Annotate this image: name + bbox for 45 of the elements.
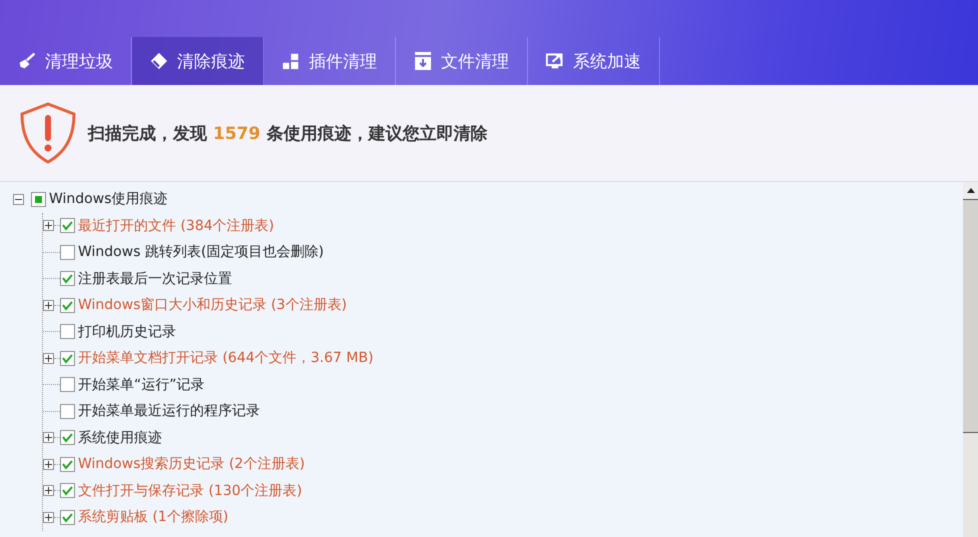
- checkbox[interactable]: [60, 324, 75, 340]
- expand-toggle[interactable]: [43, 512, 54, 523]
- monitor-icon: [546, 51, 564, 71]
- tree-item-label[interactable]: 开始菜单文档打开记录 (644个文件，3.67 MB): [78, 349, 374, 368]
- tab[interactable]: 清除痕迹: [132, 37, 264, 85]
- tree-item-label[interactable]: 最近打开的文件 (384个注册表): [78, 216, 274, 235]
- blocks-icon: [282, 51, 300, 71]
- tree-item-label[interactable]: 打印机历史记录: [78, 322, 176, 341]
- checkbox[interactable]: [60, 377, 75, 392]
- tree-item-label[interactable]: 开始菜单最近运行的程序记录: [78, 402, 260, 420]
- scrollbar[interactable]: [963, 182, 978, 537]
- broom-icon: [18, 51, 36, 71]
- tree-item-label[interactable]: 系统剪贴板 (1个擦除项): [78, 508, 228, 526]
- scroll-thumb[interactable]: [963, 200, 978, 433]
- checkbox[interactable]: [60, 298, 75, 313]
- expand-toggle[interactable]: [43, 352, 54, 364]
- checkbox[interactable]: [60, 430, 75, 446]
- download-box-icon: [414, 51, 432, 71]
- tree-item-label[interactable]: 文件打开与保存记录 (130个注册表): [78, 482, 302, 500]
- scan-message: 扫描完成，发现 1579 条使用痕迹，建议您立即清除: [88, 122, 488, 144]
- checkbox[interactable]: [60, 456, 75, 472]
- checkbox[interactable]: [60, 483, 75, 498]
- collapse-toggle[interactable]: [13, 194, 24, 205]
- checkbox[interactable]: [60, 244, 75, 260]
- expand-toggle[interactable]: [43, 485, 54, 496]
- tree-item-label[interactable]: 注册表最后一次记录位置: [78, 270, 232, 288]
- tree-item-label[interactable]: Windows搜索历史记录 (2个注册表): [78, 455, 305, 474]
- eraser-icon: [150, 51, 168, 71]
- tree-item-label[interactable]: Windows窗口大小和历史记录 (3个注册表): [78, 296, 347, 314]
- scroll-up-icon[interactable]: [966, 188, 974, 193]
- tree-item-label[interactable]: 系统使用痕迹: [78, 428, 162, 447]
- tree-item-label[interactable]: Windows使用痕迹: [49, 190, 168, 208]
- checkbox[interactable]: [60, 271, 75, 286]
- expand-toggle[interactable]: [43, 458, 54, 470]
- checkbox[interactable]: [31, 192, 46, 207]
- expand-toggle[interactable]: [43, 220, 54, 232]
- tree-item-label[interactable]: Windows 跳转列表(固定项目也会删除): [78, 243, 324, 262]
- checkbox[interactable]: [60, 350, 75, 366]
- expand-toggle[interactable]: [43, 432, 54, 444]
- shield-warning-icon: [18, 101, 78, 165]
- checkbox[interactable]: [60, 218, 75, 234]
- checkbox[interactable]: [60, 404, 75, 419]
- tree-item-label[interactable]: 开始菜单“运行”记录: [78, 376, 205, 394]
- checkbox[interactable]: [60, 510, 75, 525]
- expand-toggle[interactable]: [43, 300, 54, 311]
